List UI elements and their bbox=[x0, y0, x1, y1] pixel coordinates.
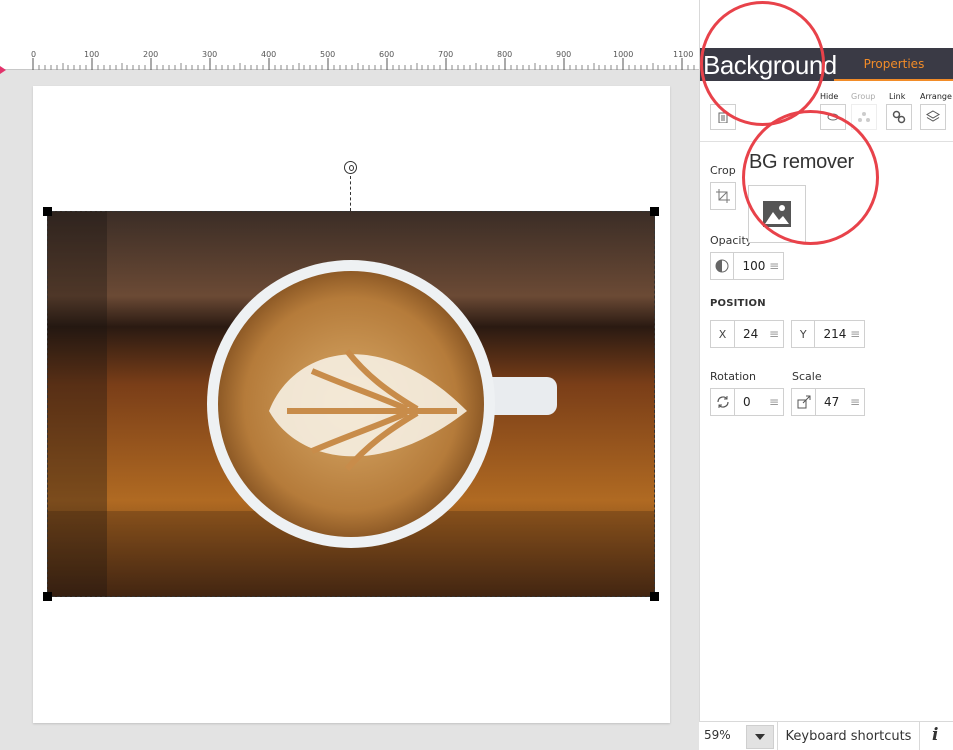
resize-handle-top-left[interactable] bbox=[43, 207, 52, 216]
scale-label: Scale bbox=[792, 370, 822, 383]
rotation-field[interactable]: 0 ≡ bbox=[710, 388, 784, 416]
group-icon bbox=[858, 112, 870, 122]
menu-icon[interactable]: ≡ bbox=[846, 395, 864, 409]
resize-handle-bottom-right[interactable] bbox=[650, 592, 659, 601]
zoom-level: 59% bbox=[704, 728, 731, 742]
scale-icon bbox=[792, 389, 816, 415]
position-x-value[interactable]: 24 bbox=[735, 327, 765, 341]
ruler-label: 900 bbox=[556, 50, 571, 59]
ruler-label: 1100 bbox=[673, 50, 693, 59]
ruler-label: 200 bbox=[143, 50, 158, 59]
opacity-field[interactable]: 100 ≡ bbox=[710, 252, 784, 280]
y-label: Y bbox=[792, 321, 816, 347]
crop-button[interactable] bbox=[710, 182, 736, 210]
resize-handle-top-right[interactable] bbox=[650, 207, 659, 216]
rotation-label: Rotation bbox=[710, 370, 757, 383]
info-icon[interactable]: i bbox=[932, 725, 938, 745]
position-y-field[interactable]: Y 214 ≡ bbox=[791, 320, 865, 348]
ruler-ticks: 0 100 200 300 400 500 600 700 800 900 10… bbox=[31, 50, 695, 70]
opacity-value[interactable]: 100 bbox=[734, 259, 765, 273]
opacity-icon bbox=[711, 253, 735, 279]
horizontal-ruler: 0 100 200 300 400 500 600 700 800 900 10… bbox=[0, 48, 699, 70]
keyboard-shortcuts-button[interactable]: Keyboard shortcuts bbox=[777, 722, 920, 750]
ruler-label: 1000 bbox=[613, 50, 633, 59]
arrange-button[interactable] bbox=[920, 104, 946, 130]
crop-icon bbox=[716, 189, 730, 203]
ruler-label: 600 bbox=[379, 50, 394, 59]
editor-root: 0 100 200 300 400 500 600 700 800 900 10… bbox=[0, 0, 953, 750]
link-button[interactable] bbox=[886, 104, 912, 130]
hide-label: Hide bbox=[820, 92, 839, 101]
ruler-label: 300 bbox=[202, 50, 217, 59]
highlight-circle-bg-remover bbox=[742, 110, 879, 245]
menu-icon[interactable]: ≡ bbox=[765, 259, 783, 273]
menu-icon[interactable]: ≡ bbox=[765, 327, 783, 341]
position-y-value[interactable]: 214 bbox=[815, 327, 846, 341]
link-icon bbox=[892, 110, 906, 124]
position-label: POSITION bbox=[710, 298, 766, 309]
x-label: X bbox=[711, 321, 735, 347]
highlight-circle-background bbox=[700, 1, 825, 126]
link-label: Link bbox=[889, 92, 906, 101]
resize-handle-bottom-left[interactable] bbox=[43, 592, 52, 601]
rotate-icon bbox=[711, 389, 735, 415]
scale-field[interactable]: 47 ≡ bbox=[791, 388, 865, 416]
rotate-handle-icon[interactable] bbox=[344, 161, 357, 174]
scale-value[interactable]: 47 bbox=[816, 395, 846, 409]
layers-icon bbox=[926, 110, 940, 122]
chevron-down-icon bbox=[755, 734, 765, 740]
coffee-image[interactable] bbox=[47, 211, 655, 597]
crop-label: Crop bbox=[710, 164, 736, 177]
arrange-label: Arrange bbox=[920, 92, 952, 101]
menu-icon[interactable]: ≡ bbox=[846, 327, 864, 341]
ruler-label: 500 bbox=[320, 50, 335, 59]
opacity-label: Opacity bbox=[710, 234, 753, 247]
rotation-line bbox=[350, 176, 351, 211]
group-label: Group bbox=[851, 92, 876, 101]
rotation-value[interactable]: 0 bbox=[735, 395, 765, 409]
ruler-label: 700 bbox=[438, 50, 453, 59]
ruler-label: 800 bbox=[497, 50, 512, 59]
ruler-label: 100 bbox=[84, 50, 99, 59]
ruler-position-marker bbox=[0, 66, 6, 74]
position-x-field[interactable]: X 24 ≡ bbox=[710, 320, 784, 348]
tab-properties[interactable]: Properties bbox=[834, 48, 953, 81]
bottom-bar: 59% Keyboard shortcuts i bbox=[699, 721, 953, 750]
ruler-label: 0 bbox=[31, 50, 36, 59]
menu-icon[interactable]: ≡ bbox=[765, 395, 783, 409]
ruler-label: 400 bbox=[261, 50, 276, 59]
zoom-dropdown[interactable] bbox=[746, 725, 774, 749]
